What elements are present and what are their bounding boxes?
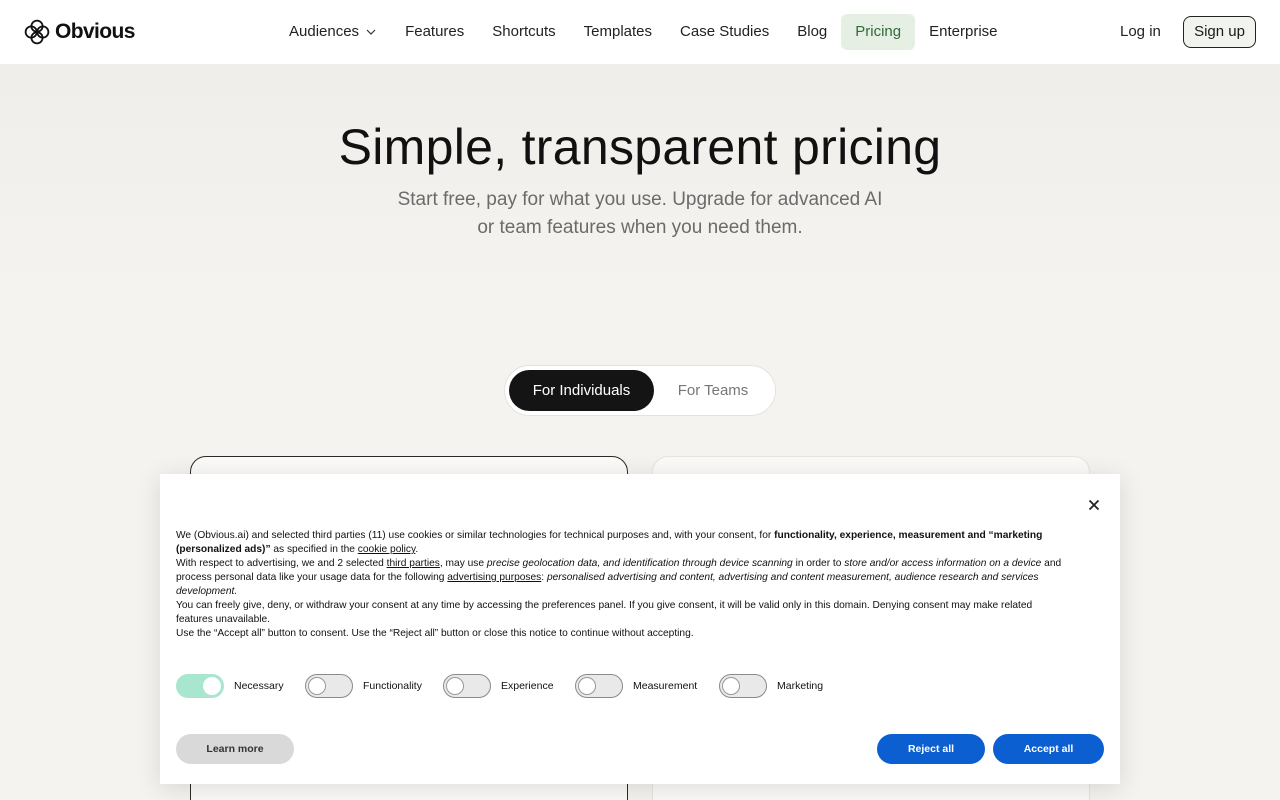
nav-shortcuts[interactable]: Shortcuts bbox=[478, 14, 569, 50]
switch-knob bbox=[446, 677, 464, 695]
learn-more-button[interactable]: Learn more bbox=[176, 734, 294, 764]
cookie-paragraph-3: You can freely give, deny, or withdraw y… bbox=[176, 600, 1033, 625]
signup-button[interactable]: Sign up bbox=[1183, 16, 1256, 48]
nav-templates[interactable]: Templates bbox=[570, 14, 666, 50]
cookie-p2-text-2: , may use bbox=[439, 558, 487, 569]
advertising-purposes-link[interactable]: advertising purposes bbox=[447, 572, 541, 583]
accept-all-button[interactable]: Accept all bbox=[993, 734, 1104, 764]
cookie-paragraph-4: Use the “Accept all” button to consent. … bbox=[176, 628, 694, 639]
toggle-measurement: Measurement bbox=[575, 674, 697, 698]
cookie-p1-text-2: as specified in the bbox=[270, 544, 358, 555]
cookie-p1-end: . bbox=[415, 544, 419, 555]
hero-subtitle: Start free, pay for what you use. Upgrad… bbox=[380, 186, 900, 242]
switch-knob bbox=[722, 677, 740, 695]
nav-features[interactable]: Features bbox=[391, 14, 478, 50]
flower-logo-icon bbox=[24, 19, 50, 45]
third-parties-link[interactable]: third parties bbox=[387, 558, 440, 569]
functionality-switch[interactable] bbox=[305, 674, 353, 698]
toggle-experience: Experience bbox=[443, 674, 554, 698]
brand-name: Obvious bbox=[55, 20, 135, 43]
cookie-p1-text: We (Obvious.ai) and selected third parti… bbox=[176, 530, 775, 541]
hero-section bbox=[0, 64, 1280, 290]
cookie-paragraph-2: With respect to advertising, we and 2 se… bbox=[176, 557, 1066, 599]
cookie-p2-text-3: in order to bbox=[792, 558, 845, 569]
nav-enterprise[interactable]: Enterprise bbox=[915, 14, 1011, 50]
necessary-label: Necessary bbox=[234, 680, 284, 692]
page-title: Simple, transparent pricing bbox=[338, 119, 942, 175]
chevron-down-icon bbox=[366, 29, 376, 35]
nav-audiences[interactable]: Audiences bbox=[275, 14, 391, 50]
toggle-necessary: Necessary bbox=[176, 674, 284, 698]
marketing-switch[interactable] bbox=[719, 674, 767, 698]
hero-subtitle-line-1: Start free, pay for what you use. Upgrad… bbox=[397, 189, 883, 210]
nav-case-studies[interactable]: Case Studies bbox=[666, 14, 783, 50]
hero-subtitle-line-2: or team features when you need them. bbox=[477, 217, 803, 238]
cookie-notice-text: We (Obvious.ai) and selected third parti… bbox=[176, 529, 1066, 641]
functionality-label: Functionality bbox=[363, 680, 422, 692]
measurement-label: Measurement bbox=[633, 680, 698, 692]
cookie-p2-text: With respect to advertising, we and 2 se… bbox=[176, 558, 387, 569]
for-individuals-tab[interactable]: For Individuals bbox=[509, 370, 654, 411]
experience-switch[interactable] bbox=[443, 674, 491, 698]
for-teams-tab[interactable]: For Teams bbox=[655, 370, 771, 411]
toggle-functionality: Functionality bbox=[305, 674, 422, 698]
login-link[interactable]: Log in bbox=[1108, 14, 1173, 50]
toggle-marketing: Marketing bbox=[719, 674, 823, 698]
brand-logo[interactable]: Obvious bbox=[24, 19, 135, 45]
reject-all-button[interactable]: Reject all bbox=[877, 734, 985, 764]
cookie-p2-geolocation: precise geolocation data, and identifica… bbox=[486, 558, 793, 569]
cookie-policy-link[interactable]: cookie policy bbox=[358, 544, 416, 555]
measurement-switch[interactable] bbox=[575, 674, 623, 698]
cookie-consent-banner: We (Obvious.ai) and selected third parti… bbox=[160, 474, 1120, 784]
marketing-label: Marketing bbox=[777, 680, 824, 692]
consent-toggles: Necessary Functionality Experience Measu… bbox=[176, 674, 1076, 698]
main-nav: Audiences Features Shortcuts Templates C… bbox=[275, 14, 1012, 50]
nav-blog[interactable]: Blog bbox=[783, 14, 841, 50]
switch-knob bbox=[308, 677, 326, 695]
switch-knob bbox=[578, 677, 596, 695]
switch-knob bbox=[203, 677, 221, 695]
plan-audience-toggle: For Individuals For Teams bbox=[504, 365, 776, 416]
close-icon[interactable] bbox=[1085, 496, 1103, 514]
cookie-p2-storage: store and/or access information on a dev… bbox=[844, 558, 1042, 569]
site-header: Obvious Audiences Features Shortcuts Tem… bbox=[0, 0, 1280, 64]
cookie-paragraph-1: We (Obvious.ai) and selected third parti… bbox=[176, 529, 1066, 557]
nav-pricing[interactable]: Pricing bbox=[841, 14, 916, 50]
necessary-switch[interactable] bbox=[176, 674, 224, 698]
nav-audiences-label: Audiences bbox=[289, 23, 360, 40]
experience-label: Experience bbox=[501, 680, 554, 692]
